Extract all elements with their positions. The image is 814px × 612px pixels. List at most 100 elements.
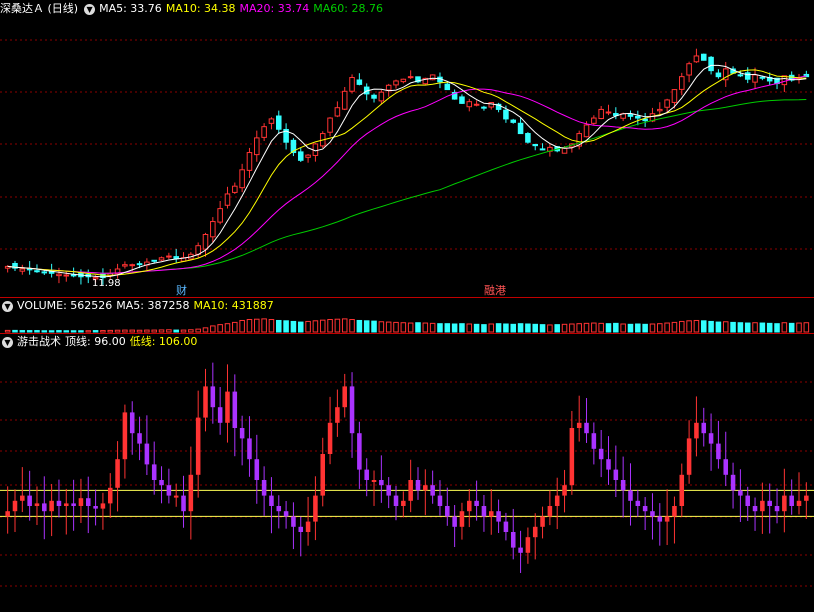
- oscillator-bar-down: [261, 480, 267, 496]
- volume-bar: [429, 322, 436, 333]
- oscillator-bar-down: [620, 480, 626, 491]
- candle-up: [63, 274, 70, 277]
- volume-bar: [473, 323, 480, 333]
- event-label-rong-gang[interactable]: 融港: [484, 284, 506, 297]
- volume-bar: [217, 324, 223, 333]
- oscillator-bar-down: [181, 495, 186, 512]
- volume-bar: [85, 330, 92, 333]
- candle-up: [385, 84, 392, 91]
- volume-bar: [561, 323, 568, 333]
- volume-bar: [297, 321, 304, 333]
- oscillator-bar-up: [5, 511, 10, 517]
- volume-bar: [591, 322, 597, 333]
- volume-bar: [722, 321, 729, 333]
- volume-bar: [151, 329, 157, 333]
- oscillator-bar-up: [569, 428, 575, 486]
- volume-bar: [503, 323, 509, 333]
- oscillator-bar-down: [298, 526, 304, 532]
- candle-up: [473, 103, 480, 106]
- oscillator-bar-down: [474, 500, 479, 506]
- oscillator-bar-up: [532, 526, 538, 538]
- volume-bar: [737, 322, 744, 333]
- oscillator-bar-up: [423, 485, 428, 491]
- volume-bar: [495, 323, 502, 333]
- oscillator-bar-down: [635, 500, 641, 506]
- oscillator-bar-up: [686, 438, 692, 475]
- volume-bar: [107, 329, 114, 333]
- oscillator-bar-up: [408, 480, 413, 501]
- volume-bar: [730, 321, 736, 333]
- oscillator-bar-down: [752, 506, 758, 512]
- candle-up: [686, 63, 692, 76]
- volume-bar: [12, 329, 18, 333]
- oscillator-bar-up: [49, 500, 54, 512]
- candle-up: [129, 264, 135, 267]
- volume-bar: [276, 319, 282, 333]
- candle-up: [268, 118, 275, 124]
- candle-up: [246, 152, 253, 171]
- volume-bar: [378, 321, 385, 333]
- volume-bar: [173, 329, 179, 333]
- volume-bar: [613, 322, 619, 333]
- oscillator-bar-up: [576, 422, 582, 428]
- volume-bar: [188, 329, 194, 333]
- volume-bar: [759, 322, 766, 333]
- ma5-line: [7, 64, 807, 278]
- volume-bar: [70, 330, 77, 333]
- oscillator-bar-down: [144, 443, 150, 465]
- oscillator-bar-up: [34, 503, 40, 506]
- volume-bar: [547, 324, 553, 333]
- oscillator-bar-up: [107, 487, 113, 504]
- oscillator-bar-up: [203, 386, 208, 418]
- oscillator-bar-up: [664, 516, 670, 522]
- candle-up: [239, 169, 245, 189]
- volume-bar: [100, 330, 106, 333]
- event-label-finance[interactable]: 财: [176, 283, 187, 297]
- volume-bar: [158, 329, 165, 333]
- oscillator-bar-up: [115, 459, 120, 488]
- candle-down: [744, 72, 751, 80]
- oscillator-bar-down: [276, 506, 282, 512]
- oscillator-bar-up: [525, 537, 531, 553]
- candle-up: [466, 101, 473, 108]
- volume-bar: [254, 318, 260, 333]
- stock-chart[interactable]: 11.98 财 融港: [0, 0, 814, 612]
- oscillator-bar-down: [291, 516, 296, 527]
- volume-bar: [356, 319, 363, 333]
- volume-bar: [341, 318, 348, 333]
- volume-bar: [393, 321, 399, 333]
- oscillator-bar-down: [159, 480, 164, 486]
- oscillator-bar-down: [452, 516, 457, 527]
- oscillator-bar-down: [789, 495, 794, 506]
- volume-bar: [400, 322, 407, 333]
- volume-bar: [63, 330, 70, 333]
- volume-bar: [554, 324, 560, 333]
- oscillator-bar-down: [269, 495, 274, 506]
- candle-up: [56, 273, 62, 277]
- oscillator-bar-down: [598, 448, 604, 460]
- volume-bar: [415, 322, 421, 333]
- candle-up: [158, 257, 165, 261]
- volume-bar: [407, 322, 414, 333]
- oscillator-bar-up: [64, 503, 69, 506]
- candle-down: [34, 270, 40, 273]
- oscillator-bar-down: [217, 407, 223, 423]
- volume-bar: [385, 321, 392, 333]
- oscillator-bar-down: [591, 433, 597, 449]
- volume-bar: [539, 324, 546, 333]
- candle-up: [393, 80, 399, 86]
- candle-down: [371, 94, 377, 99]
- volume-bar: [41, 330, 48, 333]
- volume-bar: [363, 320, 370, 333]
- volume-bar: [422, 322, 429, 333]
- oscillator-bar-up: [672, 506, 677, 517]
- oscillator-bar-down: [379, 480, 384, 486]
- oscillator-bar-down: [437, 495, 443, 506]
- volume-bar: [686, 320, 692, 333]
- oscillator-bar-down: [613, 469, 619, 480]
- candle-down: [642, 118, 648, 122]
- volume-bar: [202, 327, 209, 333]
- oscillator-bar-down: [767, 500, 772, 506]
- oscillator-bar-up: [173, 495, 179, 498]
- candle-up: [305, 154, 311, 158]
